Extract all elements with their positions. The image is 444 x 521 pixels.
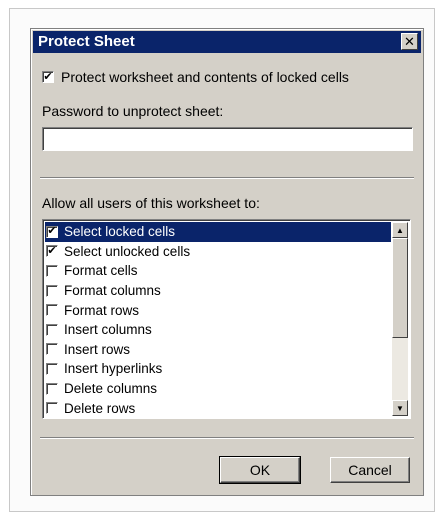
- ok-button[interactable]: OK: [219, 456, 301, 484]
- protect-worksheet-label: Protect worksheet and contents of locked…: [61, 69, 349, 85]
- divider: [40, 177, 414, 179]
- close-button[interactable]: ✕: [401, 33, 418, 50]
- permission-label: Format cells: [64, 263, 138, 279]
- permission-label: Format columns: [64, 283, 161, 299]
- arrow-down-icon: ▼: [396, 403, 404, 413]
- list-item[interactable]: ✔ Select locked cells: [45, 222, 391, 242]
- list-item[interactable]: Format rows: [45, 300, 391, 320]
- vertical-scrollbar[interactable]: ▲ ▼: [392, 222, 408, 416]
- permissions-list[interactable]: ✔ Select locked cells ✔ Select unlocked cel…: [42, 219, 411, 419]
- divider: [40, 437, 414, 439]
- list-item[interactable]: Format cells: [45, 261, 391, 281]
- permission-checkbox[interactable]: [46, 343, 58, 356]
- permission-label: Delete rows: [64, 400, 136, 416]
- permission-checkbox[interactable]: [46, 284, 58, 297]
- list-item[interactable]: Format columns: [45, 281, 391, 301]
- permission-checkbox[interactable]: [46, 402, 58, 415]
- permission-checkbox[interactable]: [46, 264, 58, 277]
- permission-checkbox[interactable]: [46, 362, 58, 375]
- permissions-items: ✔ Select locked cells ✔ Select unlocked cel…: [45, 222, 391, 418]
- password-label: Password to unprotect sheet:: [42, 103, 224, 119]
- protect-worksheet-option[interactable]: ✔ Protect worksheet and contents of lock…: [42, 69, 349, 85]
- list-item[interactable]: Insert hyperlinks: [45, 359, 391, 379]
- protect-sheet-dialog: Protect Sheet ✕ ✔ Protect worksheet and …: [30, 28, 424, 496]
- dialog-title: Protect Sheet: [38, 33, 135, 50]
- protect-worksheet-checkbox[interactable]: ✔: [42, 71, 54, 83]
- permission-checkbox[interactable]: [46, 304, 58, 317]
- permission-label: Format rows: [64, 302, 140, 318]
- permission-checkbox[interactable]: [46, 382, 58, 395]
- permission-checkbox[interactable]: ✔: [46, 244, 58, 258]
- list-item[interactable]: ✔ Select unlocked cells: [45, 242, 391, 262]
- title-bar: Protect Sheet ✕: [33, 31, 421, 53]
- list-item[interactable]: Delete rows: [45, 398, 391, 418]
- scrollbar-thumb[interactable]: [392, 238, 408, 338]
- permission-label: Insert columns: [64, 322, 152, 338]
- list-item[interactable]: Insert rows: [45, 340, 391, 360]
- permission-label: Delete columns: [64, 381, 158, 397]
- permission-label: Insert rows: [64, 341, 131, 357]
- password-field[interactable]: [42, 127, 413, 151]
- check-icon: ✔: [47, 225, 57, 238]
- permission-checkbox[interactable]: [46, 323, 58, 336]
- list-item[interactable]: Insert columns: [45, 320, 391, 340]
- cancel-button[interactable]: Cancel: [330, 457, 410, 483]
- permission-label: Select locked cells: [64, 224, 176, 240]
- check-icon: ✔: [47, 244, 57, 257]
- permission-checkbox[interactable]: ✔: [46, 225, 58, 238]
- scroll-up-button[interactable]: ▲: [392, 222, 408, 238]
- scroll-down-button[interactable]: ▼: [392, 400, 408, 416]
- arrow-up-icon: ▲: [396, 225, 404, 235]
- list-item[interactable]: Delete columns: [45, 379, 391, 399]
- permission-label: Insert hyperlinks: [64, 361, 163, 377]
- check-icon: ✔: [43, 70, 53, 83]
- allow-users-label: Allow all users of this worksheet to:: [42, 195, 260, 211]
- permission-label: Select unlocked cells: [64, 243, 191, 259]
- close-icon: ✕: [404, 34, 415, 49]
